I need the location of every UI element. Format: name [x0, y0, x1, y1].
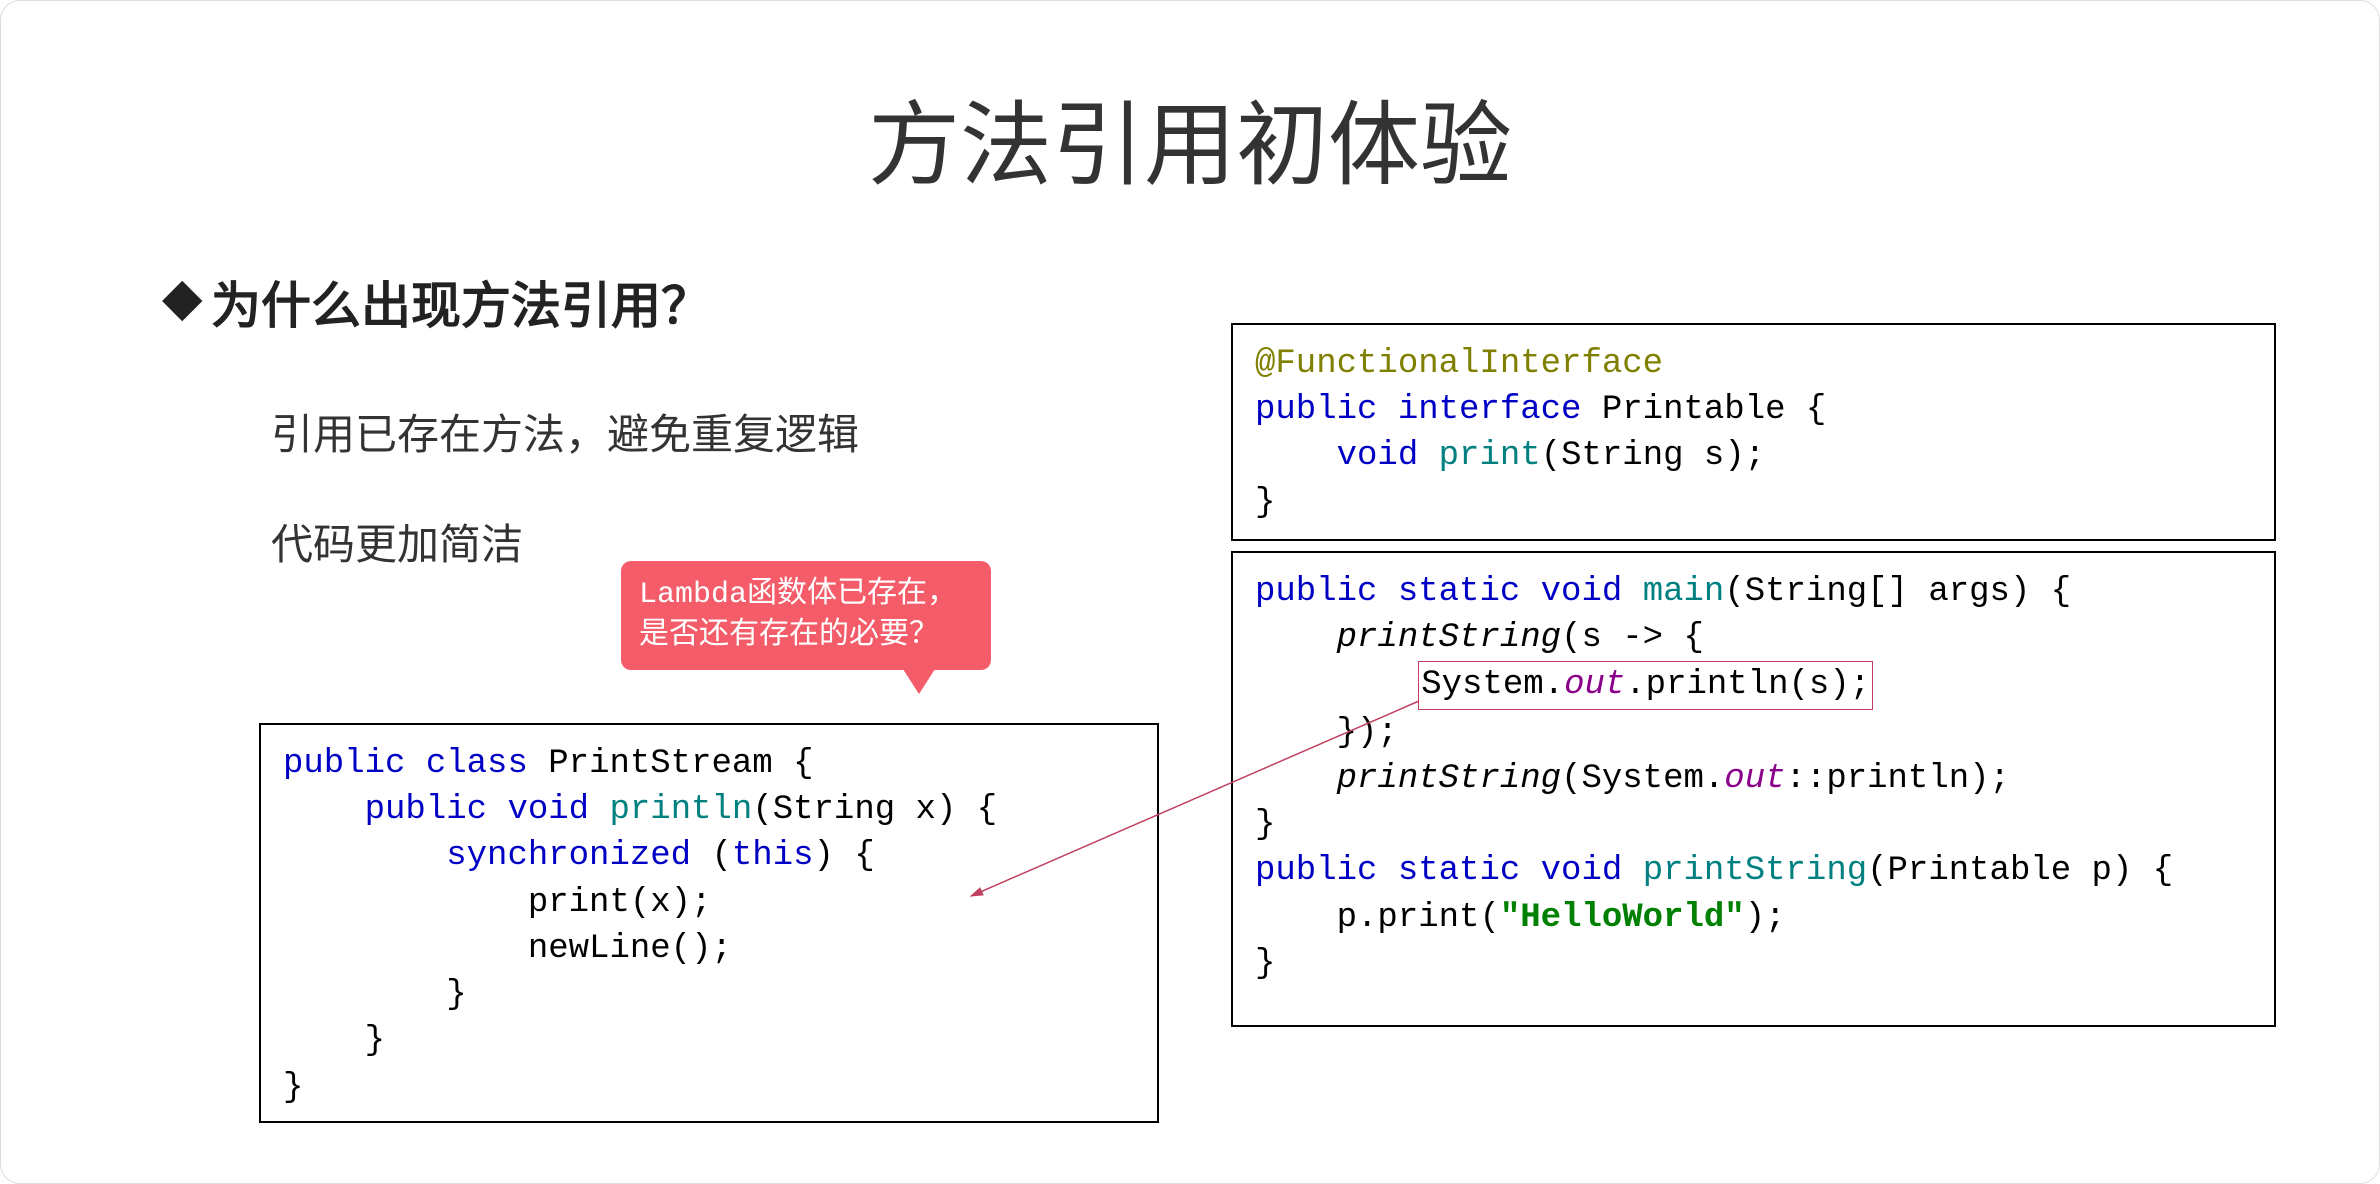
kw-void: void: [507, 791, 589, 829]
bullet-point-1: 引用已存在方法，避免重复逻辑: [271, 401, 859, 462]
callout-bubble: Lambda函数体已存在， 是否还有存在的必要？: [621, 561, 991, 670]
expr: p.print(: [1337, 899, 1500, 937]
class-name: PrintStream: [548, 745, 772, 783]
field-out: out: [1724, 760, 1785, 798]
brace: }: [365, 1022, 385, 1060]
callout-line-2: 是否还有存在的必要？: [639, 616, 973, 657]
expr: (System.: [1561, 760, 1724, 798]
subtitle-heading: ◆ 为什么出现方法引用？: [211, 266, 711, 339]
highlighted-expression: System.out.println(s);: [1418, 661, 1873, 709]
kw-static: static: [1398, 573, 1520, 611]
method-name: main: [1643, 573, 1725, 611]
brace: }: [1255, 945, 1275, 983]
code-block-printstream: public class PrintStream { public void p…: [259, 723, 1159, 1123]
lambda: (s -> {: [1561, 619, 1704, 657]
kw-public: public: [283, 745, 405, 783]
kw-void: void: [1541, 573, 1623, 611]
annotation: @FunctionalInterface: [1255, 345, 1663, 383]
brace: {: [1786, 391, 1827, 429]
brace: }: [1255, 806, 1275, 844]
brace: }: [1255, 484, 1275, 522]
method-name: printString: [1643, 852, 1867, 890]
call: printString: [1337, 619, 1561, 657]
kw-public: public: [1255, 391, 1377, 429]
stmt: newLine();: [528, 930, 732, 968]
interface-name: Printable: [1602, 391, 1786, 429]
kw-this: this: [732, 837, 814, 875]
stmt: print(x);: [528, 884, 712, 922]
paren: ) {: [814, 837, 875, 875]
kw-void: void: [1541, 852, 1623, 890]
brace: }: [446, 976, 466, 1014]
method-name: println: [609, 791, 752, 829]
method-ref: ::println);: [1786, 760, 2010, 798]
kw-synchronized: synchronized: [446, 837, 691, 875]
kw-static: static: [1398, 852, 1520, 890]
kw-void: void: [1337, 437, 1419, 475]
code-block-interface: @FunctionalInterface public interface Pr…: [1231, 323, 2276, 541]
bullet-point-2: 代码更加简洁: [271, 511, 523, 572]
kw-interface: interface: [1398, 391, 1582, 429]
paren: (: [711, 837, 731, 875]
params: (String s);: [1541, 437, 1765, 475]
kw-class: class: [426, 745, 528, 783]
callout-line-1: Lambda函数体已存在，: [639, 575, 973, 616]
kw-public: public: [1255, 852, 1377, 890]
kw-public: public: [1255, 573, 1377, 611]
expr: System.: [1421, 666, 1564, 704]
subtitle-text: 为什么出现方法引用？: [211, 282, 711, 339]
slide: 方法引用初体验 ◆ 为什么出现方法引用？ 引用已存在方法，避免重复逻辑 代码更加…: [0, 0, 2380, 1184]
brace: });: [1337, 714, 1398, 752]
field-out: out: [1564, 666, 1625, 704]
expr: .println(s);: [1625, 666, 1870, 704]
call: printString: [1337, 760, 1561, 798]
brace: }: [283, 1069, 303, 1107]
slide-title: 方法引用初体验: [1, 71, 2379, 205]
params: (Printable p) {: [1867, 852, 2173, 890]
kw-public: public: [365, 791, 487, 829]
string-literal: "HelloWorld": [1500, 899, 1745, 937]
brace: {: [773, 745, 814, 783]
params: (String x) {: [752, 791, 997, 829]
expr: );: [1745, 899, 1786, 937]
code-block-main: public static void main(String[] args) {…: [1231, 551, 2276, 1027]
params: (String[] args) {: [1724, 573, 2071, 611]
method-name: print: [1439, 437, 1541, 475]
